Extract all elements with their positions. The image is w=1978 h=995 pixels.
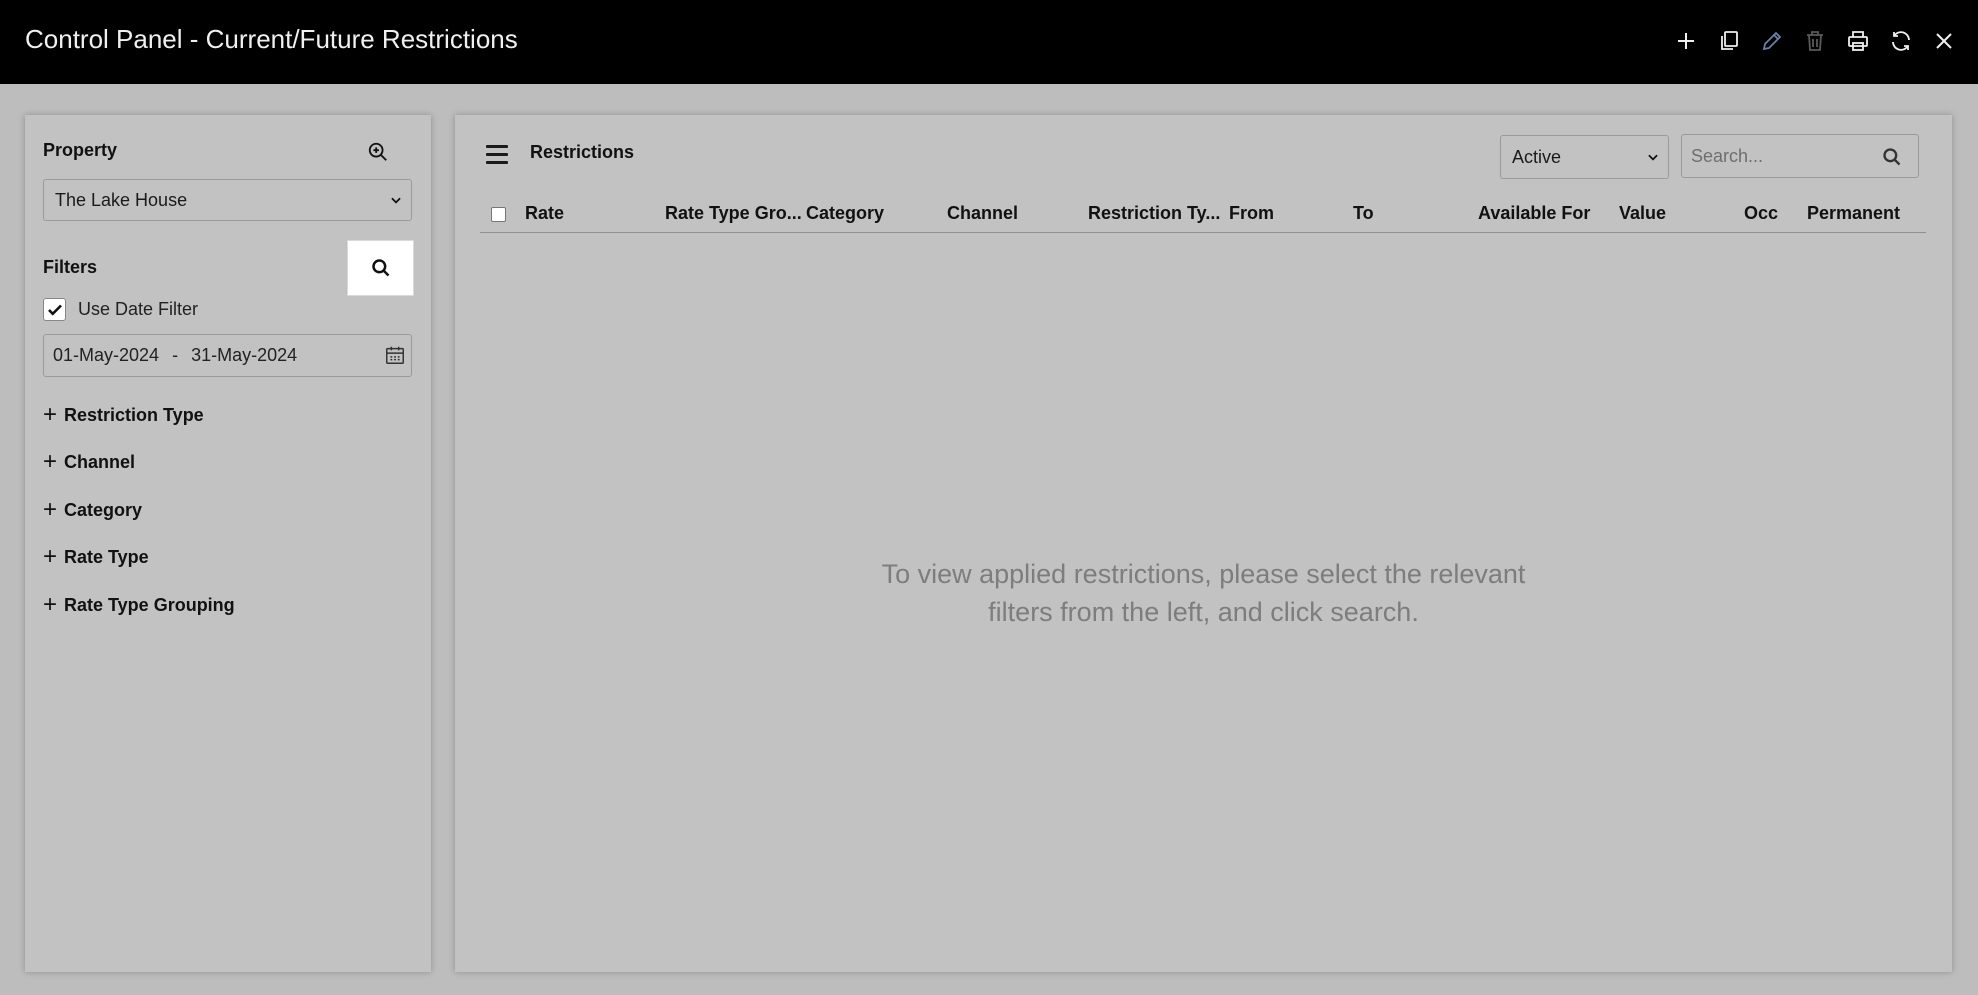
column-header-category[interactable]: Category: [806, 203, 884, 224]
hamburger-icon: [486, 145, 508, 148]
window-title: Control Panel - Current/Future Restricti…: [25, 24, 518, 54]
search-placeholder: Search...: [1691, 145, 1764, 166]
date-from: 01-May-2024: [53, 345, 160, 365]
use-date-filter-row: Use Date Filter: [43, 298, 198, 321]
status-select-value: Active: [1512, 146, 1562, 167]
title-bar: Control Panel - Current/Future Restricti…: [0, 0, 1978, 84]
refresh-button[interactable]: [1884, 20, 1917, 62]
filter-panel: Property The Lake House Filters Use Date…: [25, 115, 431, 972]
chevron-down-icon: [391, 197, 401, 204]
close-button[interactable]: [1927, 20, 1960, 62]
chevron-down-icon: [1648, 154, 1658, 161]
refresh-icon: [1891, 31, 1910, 51]
plus-icon: +: [43, 591, 58, 618]
restrictions-panel: Restrictions Active Search... Rate Rate …: [455, 115, 1952, 972]
calendar-icon[interactable]: [384, 344, 406, 366]
restrictions-title: Restrictions: [530, 142, 635, 162]
select-all-checkbox[interactable]: [491, 207, 506, 222]
search-icon[interactable]: [1882, 147, 1902, 167]
property-lookup-button[interactable]: [365, 139, 391, 165]
search-input[interactable]: Search...: [1681, 134, 1919, 178]
delete-icon: [1806, 31, 1823, 51]
use-date-filter-checkbox[interactable]: [43, 298, 66, 321]
checkmark-icon: [47, 304, 62, 316]
edit-icon: [1762, 31, 1781, 51]
column-header-rate-type-grouping[interactable]: Rate Type Gro...: [665, 203, 802, 224]
plus-icon: +: [43, 448, 58, 475]
empty-state-message: To view applied restrictions, please sel…: [455, 555, 1952, 631]
expander-category[interactable]: + Category: [43, 498, 142, 522]
plus-icon: +: [43, 496, 58, 523]
expander-label: Restriction Type: [64, 404, 204, 425]
date-range-input[interactable]: 01-May-2024 - 31-May-2024: [43, 334, 412, 377]
plus-icon: +: [43, 401, 58, 428]
column-header-to[interactable]: To: [1353, 203, 1374, 224]
use-date-filter-label: Use Date Filter: [78, 299, 199, 319]
filters-label: Filters: [43, 257, 98, 277]
column-header-permanent[interactable]: Permanent: [1807, 203, 1900, 224]
copy-button[interactable]: [1712, 20, 1745, 62]
date-separator: -: [172, 345, 179, 365]
empty-state-line-2: filters from the left, and click search.: [988, 597, 1419, 627]
add-button[interactable]: [1669, 20, 1702, 62]
add-icon: [1677, 33, 1694, 49]
toolbar: [1669, 20, 1960, 62]
column-header-available-for[interactable]: Available For: [1478, 203, 1590, 224]
search-icon: [371, 259, 389, 277]
property-select[interactable]: The Lake House: [43, 179, 412, 221]
close-icon: [1935, 33, 1952, 49]
print-button[interactable]: [1841, 20, 1874, 62]
expander-label: Rate Type: [64, 546, 149, 567]
column-header-from[interactable]: From: [1229, 203, 1274, 224]
delete-button[interactable]: [1798, 20, 1831, 62]
column-header-channel[interactable]: Channel: [947, 203, 1018, 224]
menu-button[interactable]: [486, 145, 508, 165]
column-header-occ[interactable]: Occ: [1744, 203, 1778, 224]
status-select[interactable]: Active: [1500, 135, 1669, 179]
table-header: Rate Rate Type Gro... Category Channel R…: [480, 185, 1926, 233]
column-header-value[interactable]: Value: [1619, 203, 1666, 224]
date-to: 31-May-2024: [191, 345, 298, 365]
column-header-rate[interactable]: Rate: [525, 203, 564, 224]
expander-label: Channel: [64, 451, 136, 472]
expander-label: Rate Type Grouping: [64, 594, 235, 615]
edit-button[interactable]: [1755, 20, 1788, 62]
filter-search-button[interactable]: [347, 240, 414, 296]
column-header-restriction-type[interactable]: Restriction Ty...: [1088, 203, 1220, 224]
empty-state-line-1: To view applied restrictions, please sel…: [881, 559, 1526, 589]
expander-channel[interactable]: + Channel: [43, 450, 135, 474]
expander-rate-type[interactable]: + Rate Type: [43, 545, 149, 569]
property-select-value: The Lake House: [55, 189, 188, 210]
copy-icon: [1720, 31, 1738, 50]
property-label: Property: [43, 140, 118, 160]
expander-restriction-type[interactable]: + Restriction Type: [43, 403, 204, 427]
expander-rate-type-grouping[interactable]: + Rate Type Grouping: [43, 593, 235, 617]
print-icon: [1847, 31, 1868, 51]
zoom-in-icon: [368, 142, 387, 161]
expander-label: Category: [64, 499, 143, 520]
plus-icon: +: [43, 543, 58, 570]
